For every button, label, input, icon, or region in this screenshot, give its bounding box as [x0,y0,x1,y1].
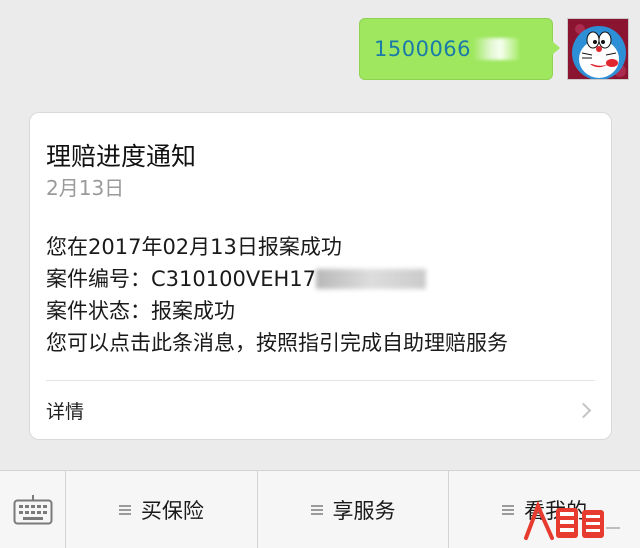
card-date: 2月13日 [46,176,125,200]
menu-label: 享服务 [332,498,396,523]
details-label: 详情 [46,400,85,423]
keyboard-icon [13,494,52,524]
menu-list-icon [118,504,131,515]
watermark [522,498,622,542]
outgoing-message-text: 1500066 [374,37,472,61]
claim-notification-card[interactable]: 理赔进度通知 2月13日 您在2017年02月13日报案成功 案件编号：C310… [29,112,612,440]
chevron-right-icon [575,402,592,418]
details-row[interactable]: 详情 [30,381,611,439]
menu-label: 买保险 [140,498,204,523]
card-line-case-number: 案件编号：C310100VEH17 [46,263,508,295]
card-line-case-status: 案件状态：报案成功 [46,299,235,323]
menu-enjoy-service[interactable]: 享服务 [258,471,450,548]
outgoing-message-bubble[interactable]: 1500066 [359,18,560,80]
doraemon-avatar-icon [568,19,628,79]
menu-list-icon [502,504,515,515]
card-title: 理赔进度通知 [46,142,197,171]
watermark-logo-icon [524,500,620,540]
card-line-report-date: 您在2017年02月13日报案成功 [46,235,342,259]
menu-buy-insurance[interactable]: 买保险 [66,471,258,548]
redaction-mask [315,269,426,289]
card-body: 您在2017年02月13日报案成功 案件编号：C310100VEH17 案件状态… [46,231,508,359]
keyboard-toggle-button[interactable] [0,471,66,548]
card-line-instruction: 您可以点击此条消息，按照指引完成自助理赔服务 [46,331,508,355]
outgoing-message: 1500066 [359,18,629,80]
menu-list-icon [310,504,323,515]
redaction-mask [473,38,520,60]
case-number-text: 案件编号：C310100VEH17 [46,267,316,291]
user-avatar[interactable] [567,18,629,80]
